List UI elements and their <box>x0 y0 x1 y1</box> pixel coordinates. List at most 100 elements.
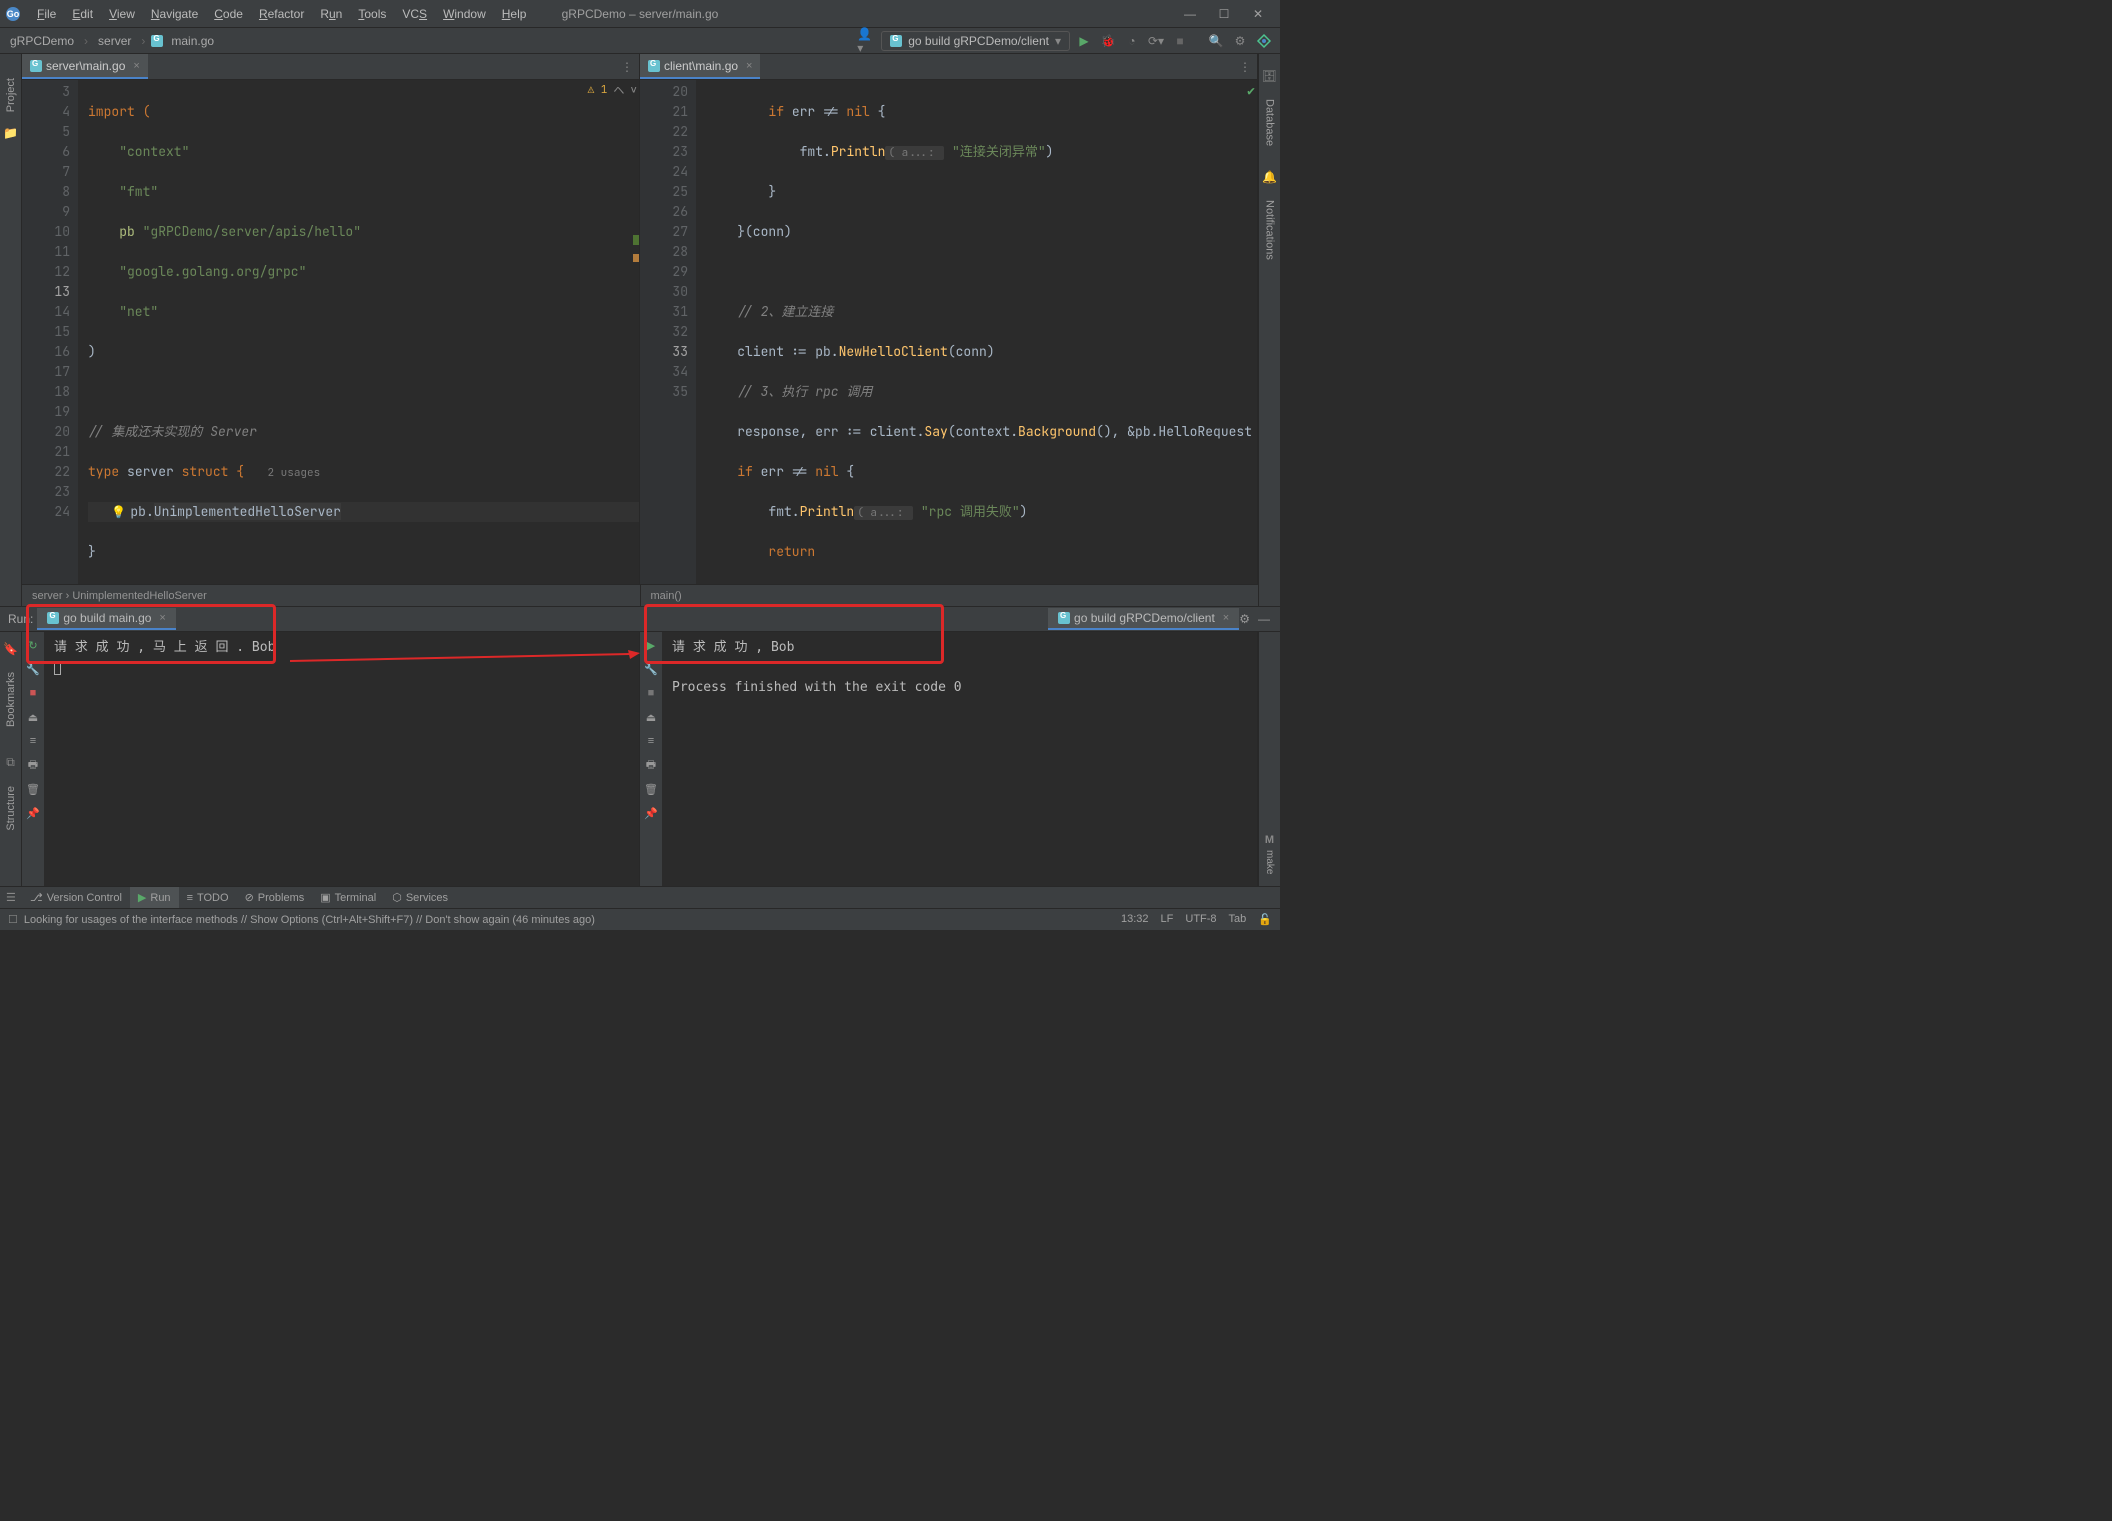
user-icon[interactable]: 👤▾ <box>857 31 877 51</box>
hide-icon[interactable]: — <box>1258 612 1270 626</box>
run-icon[interactable]: ▶ <box>644 638 658 652</box>
project-tool-button[interactable]: Project <box>5 74 17 116</box>
menu-vcs[interactable]: VCS <box>395 4 434 24</box>
lock-icon[interactable]: 🔓 <box>1258 913 1272 926</box>
console-output-right[interactable]: 请 求 成 功 , Bob Process finished with the … <box>662 632 1257 886</box>
tabs-menu-icon[interactable]: ⋮ <box>621 60 633 74</box>
vcs-tab[interactable]: ⎇Version Control <box>22 887 130 908</box>
menu-file[interactable]: File <box>30 4 63 24</box>
coverage-button[interactable]: ◔ <box>1122 31 1142 51</box>
wrench-icon[interactable]: 🔧 <box>26 662 40 676</box>
run-tab-right[interactable]: go build gRPCDemo/client × <box>1048 608 1239 630</box>
run-tab-left[interactable]: go build main.go × <box>37 608 176 630</box>
status-indent[interactable]: Tab <box>1229 913 1247 926</box>
database-tool-button[interactable]: Database <box>1264 95 1276 150</box>
pin-icon[interactable]: 📌 <box>26 806 40 820</box>
debug-button[interactable]: 🐞 <box>1098 31 1118 51</box>
no-problems-icon[interactable]: ✔ <box>1247 82 1255 99</box>
status-time[interactable]: 13:32 <box>1121 913 1149 926</box>
crumb-project[interactable]: gRPCDemo <box>6 32 78 50</box>
close-tab-icon[interactable]: × <box>1223 612 1229 624</box>
stop-icon[interactable]: ■ <box>644 686 658 700</box>
rerun-icon[interactable]: ↻ <box>26 638 40 652</box>
menu-help[interactable]: Help <box>495 4 534 24</box>
code-editor-left[interactable]: ⚠ 1 ヘ ∨ 3456 78910 11 12◉↓ 13 141516 17◉… <box>22 80 639 584</box>
run-toolbar-right: ▶ 🔧 ■ ⏏ ≡ 🖶 🗑 📌 <box>640 632 662 886</box>
intention-bulb-icon[interactable]: 💡 <box>111 504 126 520</box>
go-file-icon <box>648 60 660 72</box>
exit-icon[interactable]: ⏏ <box>26 710 40 724</box>
settings-button[interactable]: ⚙ <box>1230 31 1250 51</box>
menu-view[interactable]: View <box>102 4 142 24</box>
exit-icon[interactable]: ⏏ <box>644 710 658 724</box>
go-run-icon <box>1058 612 1070 624</box>
close-tab-icon[interactable]: × <box>159 612 165 624</box>
tabs-menu-icon[interactable]: ⋮ <box>1239 60 1251 74</box>
terminal-tab[interactable]: ▣Terminal <box>312 887 384 908</box>
trash-icon[interactable]: 🗑 <box>644 782 658 796</box>
make-tool-button[interactable]: make <box>1264 846 1275 878</box>
pin-icon[interactable]: 📌 <box>644 806 658 820</box>
close-tab-icon[interactable]: × <box>133 60 139 72</box>
stop-button[interactable]: ■ <box>1170 31 1190 51</box>
problems-tab[interactable]: ⊘Problems <box>237 887 313 908</box>
crumb-folder[interactable]: server <box>94 32 135 50</box>
prev-problem-icon[interactable]: ヘ <box>613 82 624 98</box>
close-tab-icon[interactable]: × <box>746 60 752 72</box>
run-button[interactable]: ▶ <box>1074 31 1094 51</box>
menu-window[interactable]: Window <box>436 4 493 24</box>
todo-tab[interactable]: ≡TODO <box>179 887 237 908</box>
minimize-button[interactable]: — <box>1182 6 1198 22</box>
editor-tab-client-main[interactable]: client\main.go × <box>640 54 760 79</box>
print-icon[interactable]: 🖶 <box>644 758 658 772</box>
profile-button[interactable]: ⟳▾ <box>1146 31 1166 51</box>
print-icon[interactable]: 🖶 <box>26 758 40 772</box>
breadcrumb[interactable]: gRPCDemo server main.go <box>6 32 218 50</box>
status-line-sep[interactable]: LF <box>1161 913 1174 926</box>
status-message[interactable]: Looking for usages of the interface meth… <box>24 914 595 926</box>
menu-navigate[interactable]: Navigate <box>144 4 205 24</box>
bookmarks-tool-button[interactable]: Bookmarks <box>5 668 17 731</box>
bookmarks-icon[interactable]: 🔖 <box>3 642 18 656</box>
problems-icon: ⊘ <box>245 891 254 904</box>
menu-code[interactable]: Code <box>207 4 250 24</box>
console-output-left[interactable]: 请 求 成 功 , 马 上 返 回 . Bob <box>44 632 639 886</box>
structure-icon[interactable]: ⧉ <box>6 755 15 770</box>
window-title: gRPCDemo – server/main.go <box>562 7 719 21</box>
stop-icon[interactable]: ■ <box>26 686 40 700</box>
run-tab[interactable]: ▶Run <box>130 887 179 908</box>
notifications-tool-button[interactable]: Notifications <box>1264 196 1276 264</box>
code-editor-right[interactable]: ✔ 20212223 24252627 28293031 32333435 if… <box>640 80 1257 584</box>
search-button[interactable]: 🔍 <box>1206 31 1226 51</box>
folder-icon[interactable]: 📁 <box>3 126 18 140</box>
maximize-button[interactable]: ☐ <box>1216 6 1232 22</box>
make-icon[interactable]: M <box>1265 834 1274 846</box>
gutter-left[interactable]: 3456 78910 11 12◉↓ 13 141516 17◉○↓ 18192… <box>22 80 78 584</box>
next-problem-icon[interactable]: ∨ <box>630 83 637 97</box>
output-line: 请 求 成 功 , 马 上 返 回 . Bob <box>54 638 629 658</box>
wrench-icon[interactable]: 🔧 <box>644 662 658 676</box>
tool-window-icon[interactable]: ☰ <box>6 891 22 904</box>
code-with-me-icon[interactable] <box>1254 31 1274 51</box>
editor-crumb-left[interactable]: server › UnimplementedHelloServer <box>22 584 641 606</box>
settings-icon[interactable]: ⚙ <box>1239 612 1250 626</box>
scroll-icon[interactable]: ≡ <box>26 734 40 748</box>
crumb-file[interactable]: main.go <box>167 32 218 50</box>
scroll-icon[interactable]: ≡ <box>644 734 658 748</box>
menu-run[interactable]: Run <box>313 4 349 24</box>
run-config-selector[interactable]: go build gRPCDemo/client ▾ <box>881 31 1070 51</box>
close-button[interactable]: ✕ <box>1250 6 1266 22</box>
services-tab[interactable]: ⬡Services <box>384 887 456 908</box>
status-charset[interactable]: UTF-8 <box>1185 913 1216 926</box>
warning-indicator[interactable]: ⚠ 1 <box>588 83 608 97</box>
notifications-icon[interactable]: 🔔 <box>1262 170 1277 184</box>
menu-edit[interactable]: Edit <box>65 4 100 24</box>
gutter-right[interactable]: 20212223 24252627 28293031 32333435 <box>640 80 696 584</box>
editor-crumb-right[interactable]: main() <box>641 584 1259 606</box>
menu-refactor[interactable]: Refactor <box>252 4 311 24</box>
database-icon[interactable]: 🗄 <box>1262 69 1277 83</box>
trash-icon[interactable]: 🗑 <box>26 782 40 796</box>
editor-tab-server-main[interactable]: server\main.go × <box>22 54 148 79</box>
menu-tools[interactable]: Tools <box>351 4 393 24</box>
structure-tool-button[interactable]: Structure <box>5 782 17 835</box>
